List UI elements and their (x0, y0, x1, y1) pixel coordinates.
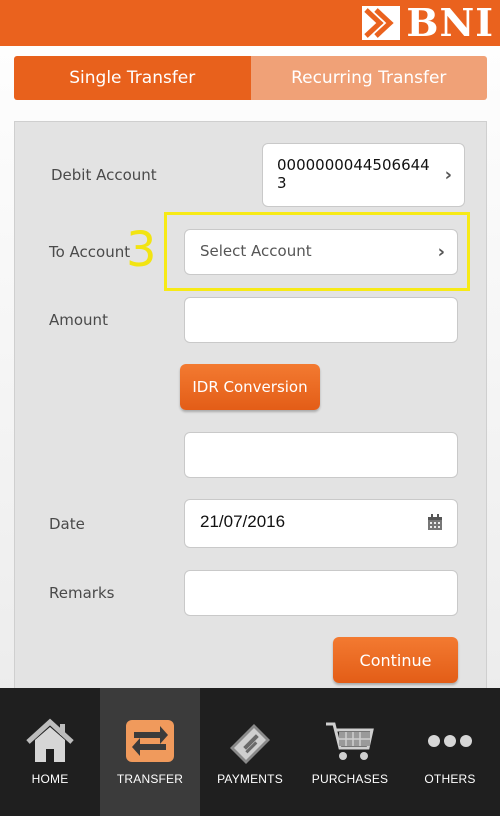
nav-label-home: HOME (31, 772, 69, 786)
idr-conversion-button[interactable]: IDR Conversion (180, 364, 320, 410)
remarks-label: Remarks (49, 584, 115, 602)
nav-label-transfer: TRANSFER (116, 772, 184, 786)
date-value: 21/07/2016 (200, 512, 286, 531)
bottom-nav: HOME TRANSFER PAYMENTS PURCHASES OTHERS (0, 688, 500, 816)
home-icon (26, 718, 74, 762)
nav-item-payments[interactable]: PAYMENTS (200, 688, 300, 816)
brand-name: BNI (406, 0, 494, 45)
nav-item-others[interactable]: OTHERS (400, 688, 500, 816)
transfer-icon (126, 720, 174, 762)
to-account-selector[interactable]: Select Account › (184, 229, 458, 275)
amount-input[interactable] (184, 297, 458, 343)
app-header: BNI (0, 0, 500, 46)
cart-icon (326, 722, 374, 760)
bni-logo-mark-icon (362, 6, 401, 40)
step-number-annotation: 3 (126, 222, 157, 278)
tab-single-transfer[interactable]: Single Transfer (14, 56, 251, 100)
nav-label-others: OTHERS (424, 772, 476, 786)
more-icon (428, 735, 472, 747)
transfer-tabs: Single Transfer Recurring Transfer (14, 56, 487, 100)
converted-amount-field[interactable] (184, 432, 458, 478)
to-account-placeholder: Select Account (200, 242, 312, 260)
bni-logo: BNI (362, 4, 494, 42)
continue-button[interactable]: Continue (333, 637, 458, 683)
nav-label-payments: PAYMENTS (217, 772, 283, 786)
nav-item-home[interactable]: HOME (0, 688, 100, 816)
to-account-label: To Account (49, 243, 131, 261)
nav-item-transfer[interactable]: TRANSFER (100, 688, 200, 816)
date-label: Date (49, 515, 85, 533)
calendar-icon[interactable] (427, 514, 443, 531)
debit-account-selector[interactable]: 00000000445066443 › (262, 143, 465, 207)
nav-label-purchases: PURCHASES (311, 772, 389, 786)
nav-item-purchases[interactable]: PURCHASES (300, 688, 400, 816)
chevron-right-icon: › (444, 164, 452, 186)
chevron-right-icon: › (437, 241, 445, 263)
date-input[interactable]: 21/07/2016 (184, 499, 458, 548)
debit-account-label: Debit Account (51, 166, 157, 184)
amount-label: Amount (49, 311, 108, 329)
tab-recurring-transfer[interactable]: Recurring Transfer (250, 56, 487, 100)
debit-account-value: 00000000445066443 (277, 156, 430, 192)
remarks-input[interactable] (184, 570, 458, 616)
payments-icon (230, 724, 270, 764)
